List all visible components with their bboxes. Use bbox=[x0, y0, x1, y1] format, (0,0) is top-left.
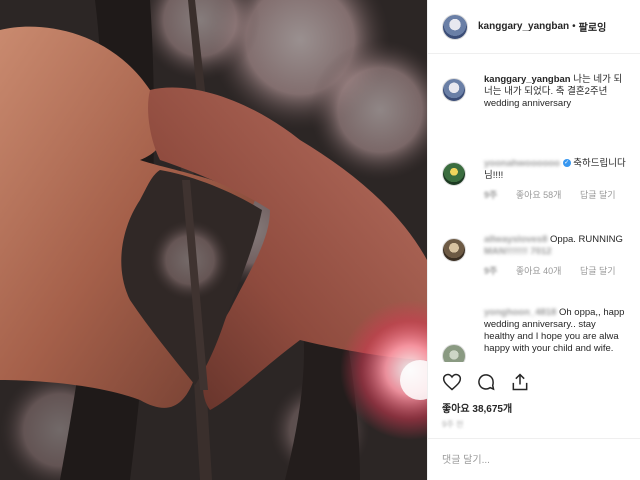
heart-outline-icon[interactable] bbox=[442, 372, 462, 392]
comment-body: yoonahwoooooo ✓ 축하드립니다 님!!!! 9주 좋아요 58개 … bbox=[484, 158, 640, 201]
post-side-panel: kanggary_yangban • 팔로잉 kanggary_yangban … bbox=[427, 0, 640, 480]
caption-avatar[interactable] bbox=[442, 78, 466, 102]
author-avatar[interactable] bbox=[442, 13, 468, 40]
reply-button[interactable]: 답글 달기 bbox=[580, 190, 616, 200]
comment-time: 9주 bbox=[484, 266, 498, 276]
comment-bubble-icon[interactable] bbox=[476, 372, 496, 392]
reply-button[interactable]: 답글 달기 bbox=[580, 266, 616, 276]
comment-text-line2: MAN!!!!!!! 7012 bbox=[484, 246, 552, 257]
comment-text-line4: happy with your child and wife. bbox=[484, 343, 614, 354]
comment-body: yonghoon_4818 Oh oppa,, happ wedding ann… bbox=[484, 307, 640, 355]
comment-likes[interactable]: 좋아요 58개 bbox=[516, 190, 562, 200]
commenter-username[interactable]: yoonahwoooooo bbox=[484, 158, 560, 169]
comment-list[interactable]: kanggary_yangban 나는 네가 되 너는 내가 되었다. 축 결혼… bbox=[428, 54, 640, 362]
post-date: 9주 전 bbox=[442, 420, 464, 429]
comment-text: Oh oppa,, happ bbox=[558, 307, 625, 318]
caption-body: kanggary_yangban 나는 네가 되 너는 내가 되었다. 축 결혼… bbox=[484, 74, 640, 110]
post-photo[interactable] bbox=[0, 0, 427, 480]
add-comment-input[interactable] bbox=[442, 451, 622, 469]
comment-text: 축하드립니다 bbox=[573, 158, 626, 169]
following-button[interactable]: 팔로잉 bbox=[579, 19, 607, 34]
comment-meta: 9주 좋아요 58개 답글 달기 bbox=[484, 189, 640, 201]
comment-time: 9주 bbox=[484, 190, 498, 200]
comment-text-line2: wedding anniversary.. stay bbox=[484, 319, 596, 330]
commenter-avatar[interactable] bbox=[442, 238, 466, 262]
caption-text-line2: 너는 내가 되었다. 축 결혼2주년 bbox=[484, 86, 608, 97]
comment-body: allwaysloves8 Oppa. RUNNING MAN!!!!!!! 7… bbox=[484, 234, 640, 277]
comment-text-line2: 님!!!! bbox=[484, 170, 504, 181]
author-username[interactable]: kanggary_yangban bbox=[478, 21, 569, 32]
post-photo-artwork bbox=[0, 0, 427, 480]
post-header: kanggary_yangban • 팔로잉 bbox=[428, 0, 640, 54]
caption-text: 나는 네가 되 bbox=[573, 74, 623, 85]
verified-badge-icon: ✓ bbox=[562, 159, 571, 168]
header-separator: • bbox=[572, 21, 576, 32]
commenter-username[interactable]: yonghoon_4818 bbox=[484, 307, 556, 318]
commenter-avatar[interactable] bbox=[442, 162, 466, 186]
commenter-username[interactable]: allwaysloves8 bbox=[484, 234, 547, 245]
add-comment-bar bbox=[428, 438, 640, 480]
commenter-avatar[interactable] bbox=[442, 344, 466, 362]
post-actions bbox=[442, 370, 530, 394]
caption-text-line3: wedding anniversary bbox=[484, 98, 572, 109]
like-count[interactable]: 좋아요 38,675개 bbox=[442, 400, 512, 415]
comment-likes[interactable]: 좋아요 40개 bbox=[516, 266, 562, 276]
comment-text-line3: healthy and I hope you are alwa bbox=[484, 331, 619, 342]
share-icon[interactable] bbox=[510, 372, 530, 392]
caption-username[interactable]: kanggary_yangban bbox=[484, 74, 571, 85]
comment-meta: 9주 좋아요 40개 답글 달기 bbox=[484, 265, 640, 277]
comment-text: Oppa. RUNNING bbox=[550, 234, 623, 245]
